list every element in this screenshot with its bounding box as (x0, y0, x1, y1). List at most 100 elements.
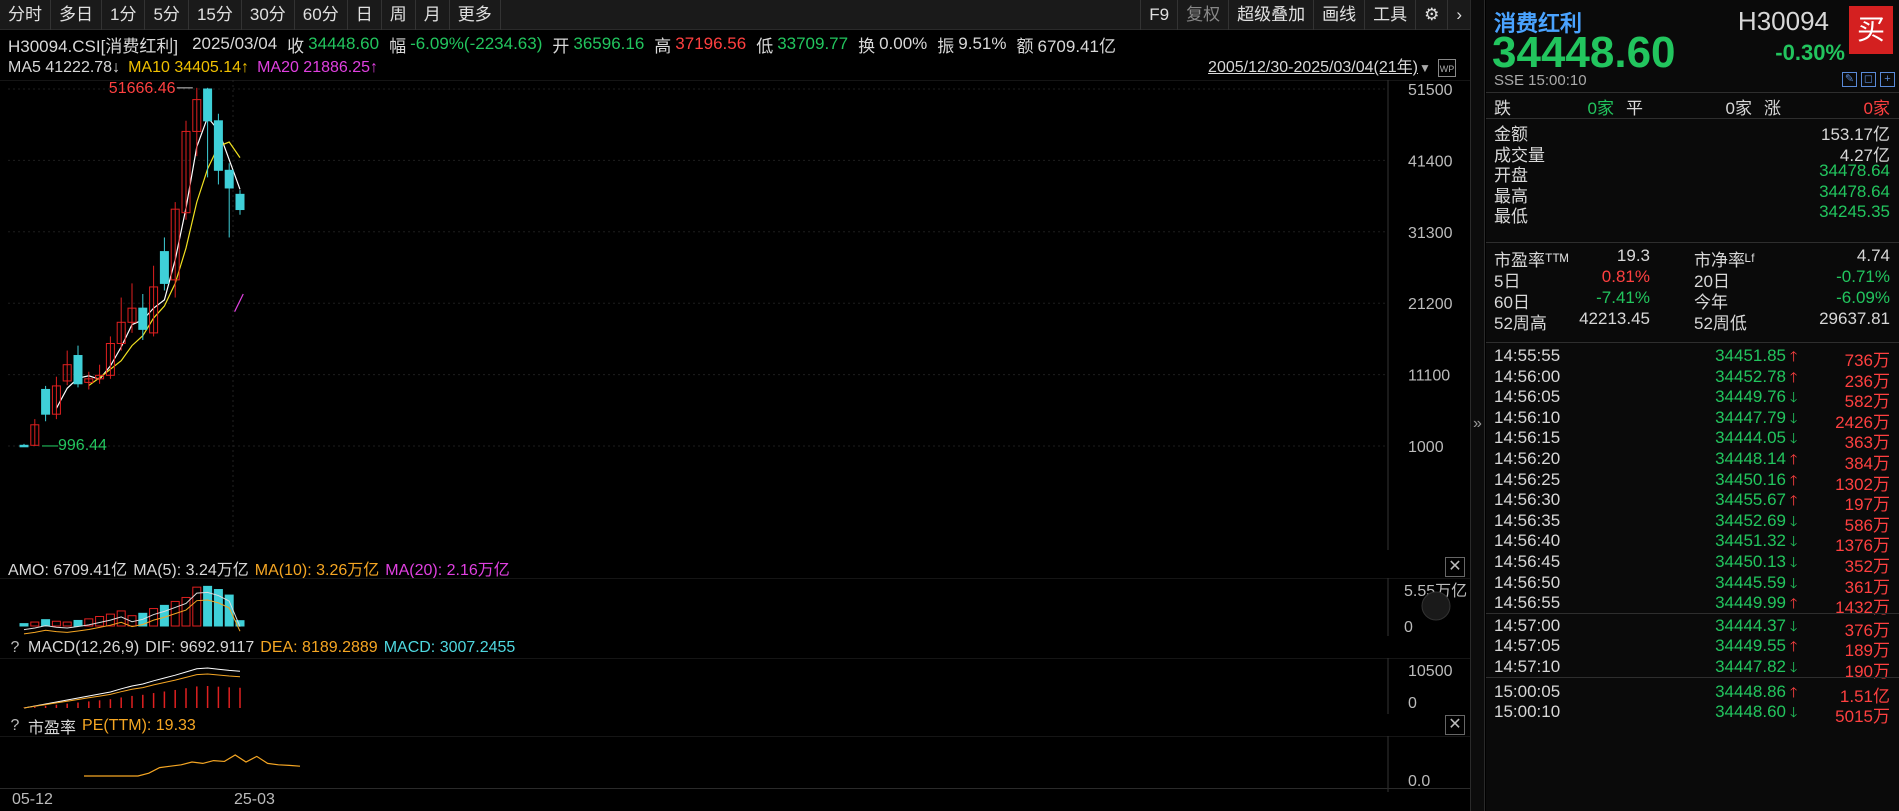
macd-axis-top: 10500 (1408, 663, 1453, 680)
tick-price: 34448.14 (1715, 449, 1786, 468)
f9-button[interactable]: F9 (1140, 0, 1177, 30)
gear-icon[interactable]: ⚙ (1415, 0, 1447, 30)
ratio-label: 52周低 (1694, 314, 1747, 333)
ratio-value: -0.71% (1836, 267, 1890, 286)
up-count: 0家 (1863, 99, 1890, 118)
chart-panel: 分时 多日 1分 5分 15分 30分 60分日周月更多 F9 复权 超级叠加 画线 工具 … (0, 0, 1470, 811)
down-label: 跌 (1494, 99, 1511, 118)
stat-value: 34478.64 (1819, 181, 1890, 201)
macd-chart: 10500 0 (0, 658, 1470, 714)
tools-button[interactable]: 工具 (1364, 0, 1415, 30)
tick-time: 14:56:00 (1494, 366, 1561, 386)
tick-time: 14:56:50 (1494, 572, 1561, 592)
ratio-value: -6.09% (1836, 288, 1890, 307)
y-tick-label: 51500 (1408, 82, 1453, 99)
tick-time: 14:56:20 (1494, 449, 1561, 468)
macd-dea: DEA: 8189.2889 (260, 639, 378, 656)
stat-label: 最低 (1494, 207, 1528, 226)
ratio-value: 0.81% (1601, 267, 1650, 286)
high-label: 高 (654, 36, 672, 56)
amo-header: AMO: 6709.41亿 MA(5): 3.24万亿 MA(10): 3.26… (0, 556, 516, 580)
arrow-down-icon: 🡓 (1790, 704, 1798, 721)
close-amo-icon[interactable]: ✕ (1445, 557, 1465, 577)
stat-value: 34245.35 (1819, 202, 1890, 221)
pe-chart: 0.0 (0, 736, 1470, 792)
tick-price: 34449.55 (1715, 636, 1786, 656)
dropdown-triangle-icon[interactable]: ▼ (1416, 59, 1434, 77)
amo-ma5: MA(5): 3.24万亿 (133, 562, 249, 579)
tick-price: 34449.99 (1715, 593, 1786, 613)
close-value: 34448.60 (308, 34, 380, 53)
close-pe-icon[interactable]: ✕ (1445, 715, 1465, 735)
tick-row: 14:56:55 34449.99 🡑 1432万 (1494, 593, 1894, 618)
turnover-label: 换 (858, 36, 876, 56)
down-count: 0家 (1587, 99, 1614, 118)
edit-icon[interactable]: ✎ (1842, 72, 1857, 87)
tick-time: 14:57:10 (1494, 657, 1561, 676)
candlestick-chart: 51500 41400 31300 21200 11100 1000 51666.46 —9… (0, 80, 1470, 550)
fuquan-button[interactable]: 复权 (1177, 0, 1228, 30)
draw-line-button[interactable]: 画线 (1313, 0, 1364, 30)
tick-row: 14:57:10 34447.82 🡓 190万 (1494, 657, 1894, 682)
add-icon[interactable]: + (1880, 72, 1895, 87)
tick-row: 15:00:10 34448.60 🡓 5015万 (1494, 702, 1894, 727)
amo-volume-chart: 5.55万亿0 (0, 578, 1470, 636)
help-icon[interactable]: ? (8, 717, 22, 735)
period-tab[interactable]: 分时 (0, 0, 51, 30)
period-tab[interactable]: 多日 (51, 0, 102, 30)
period-tab[interactable]: 5分 (145, 0, 189, 30)
period-tab[interactable]: 更多 (450, 0, 501, 30)
change-value: -6.09%(-2234.63) (410, 34, 543, 53)
amo-label: AMO: 6709.41亿 (8, 562, 128, 579)
date-range-selector[interactable]: 2005/12/30-2025/03/04(21年) (1208, 56, 1418, 80)
macd-dif: DIF: 9692.9117 (145, 639, 255, 656)
restore-icon (1421, 591, 1451, 621)
symbol-label: H30094.CSI[消费红利] (8, 36, 179, 56)
exchange-time: SSE 15:00:10 (1494, 72, 1587, 89)
index-code: H30094 (1737, 6, 1829, 36)
ma20-legend: MA20 21886.25↑ (257, 59, 379, 76)
tick-time: 14:56:15 (1494, 428, 1561, 448)
close-label: 收 (287, 36, 305, 56)
change-label: 幅 (389, 36, 407, 56)
period-tab[interactable]: 30分 (242, 0, 295, 30)
period-tab[interactable]: 1分 (102, 0, 146, 30)
pe-line (84, 754, 301, 777)
tick-time: 14:56:40 (1494, 531, 1561, 551)
tick-price: 34451.32 (1715, 531, 1786, 551)
period-tab[interactable]: 日 (348, 0, 382, 30)
macd-value: MACD: 3007.2455 (383, 639, 516, 656)
period-tab[interactable]: 周 (382, 0, 416, 30)
ma10-legend: MA10 34405.14↑ (128, 59, 250, 76)
period-toolbar: 分时 多日 1分 5分 15分 30分 60分日周月更多 F9 复权 超级叠加 画线 工具 … (0, 0, 1470, 30)
tick-time: 14:56:55 (1494, 593, 1561, 613)
ma5-legend: MA5 41222.78↓ (8, 59, 121, 76)
overlay-button[interactable]: 超级叠加 (1228, 0, 1313, 30)
tick-price: 34447.82 (1715, 657, 1786, 676)
open-label: 开 (552, 36, 570, 56)
last-price: 34448.60 (1492, 28, 1676, 77)
buy-button[interactable]: 买 (1849, 6, 1893, 54)
wp-icon[interactable]: WP (1438, 59, 1456, 77)
period-tab[interactable]: 60分 (295, 0, 348, 30)
panel-collapse-handle[interactable]: » (1470, 0, 1485, 811)
y-tick-label: 31300 (1408, 225, 1453, 242)
window-icon[interactable]: ◻ (1861, 72, 1876, 87)
period-tab[interactable]: 15分 (189, 0, 242, 30)
up-label: 涨 (1764, 99, 1781, 118)
tick-price: 34449.76 (1715, 387, 1786, 407)
amplitude-value: 9.51% (958, 34, 1007, 53)
ratio-value: 29637.81 (1819, 309, 1890, 328)
help-icon[interactable]: ? (8, 639, 22, 657)
flat-count: 0家 (1725, 99, 1752, 118)
candle-body (41, 388, 51, 415)
candle-body (159, 251, 169, 284)
tick-volume: 190万 (1844, 662, 1890, 681)
chevron-right-icon[interactable]: › (1447, 0, 1470, 30)
ratio-value: 4.74 (1856, 246, 1890, 265)
period-tab[interactable]: 月 (416, 0, 450, 30)
ma20-line (234, 293, 244, 312)
double-chevron-icon: » (1473, 415, 1482, 432)
tick-volume: 5015万 (1835, 707, 1890, 727)
quote-date: 2025/03/04 (192, 34, 278, 53)
